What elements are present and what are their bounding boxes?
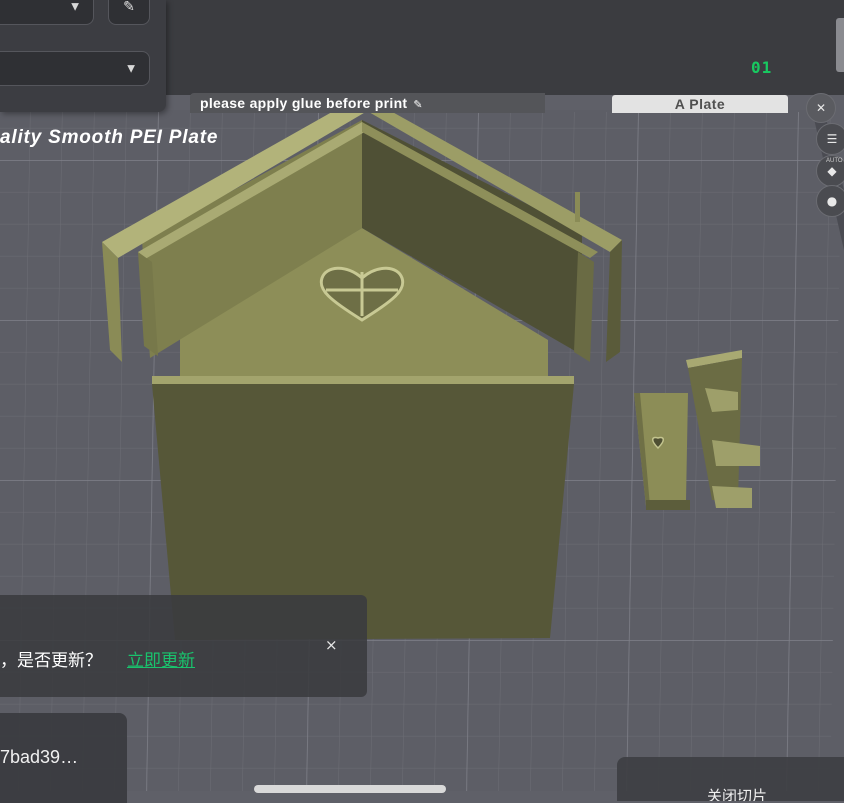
pencil-icon[interactable]: ✎ <box>413 98 423 111</box>
plate-tab[interactable]: A Plate <box>612 95 788 113</box>
edit-preset-button[interactable]: ✎ <box>108 0 150 25</box>
object-list-button[interactable]: ☰ <box>816 123 844 155</box>
plate-type-dropdown[interactable]: ▼ <box>0 51 150 86</box>
settings-panel: ▼ ✎ ▼ <box>0 0 166 112</box>
slice-panel-text: 关闭切片 <box>707 787 768 801</box>
close-icon[interactable]: × <box>325 636 338 654</box>
scrollbar-handle[interactable] <box>836 18 844 72</box>
chevron-down-icon: ▼ <box>71 1 79 12</box>
plate-note[interactable]: please apply glue before print ✎ <box>190 93 545 113</box>
notification-message: ，是否更新？ <box>0 651 102 671</box>
layer-slider[interactable] <box>254 785 446 793</box>
plate-note-text: please apply glue before print <box>200 95 408 111</box>
model-info-panel: 7bad39… <box>0 713 127 803</box>
close-plate-button[interactable]: ✕ <box>806 93 836 123</box>
model-hash: 7bad39… <box>0 747 79 767</box>
pencil-icon: ✎ <box>123 0 135 15</box>
model-pin <box>575 192 580 222</box>
chevron-down-icon: ▼ <box>127 63 135 74</box>
update-notification: ，是否更新？ 立即更新 × <box>0 595 367 697</box>
close-icon: ✕ <box>815 101 827 115</box>
printer-preset-dropdown[interactable]: ▼ <box>0 0 94 25</box>
auto-orient-icon: ◆ <box>827 164 837 178</box>
plate-name-label: ality Smooth PEI Plate <box>0 127 219 148</box>
orient-button[interactable]: ● <box>816 185 844 217</box>
update-now-link[interactable]: 立即更新 <box>127 646 195 671</box>
auto-orient-button[interactable]: AUTO ◆ <box>816 155 844 187</box>
plate-number: 01 <box>751 58 773 77</box>
slice-panel: 关闭切片 <box>617 757 844 801</box>
house-box-top <box>152 376 574 384</box>
auto-label: AUTO <box>826 158 843 164</box>
orient-icon: ● <box>826 194 838 208</box>
object-list-icon: ☰ <box>826 132 838 146</box>
